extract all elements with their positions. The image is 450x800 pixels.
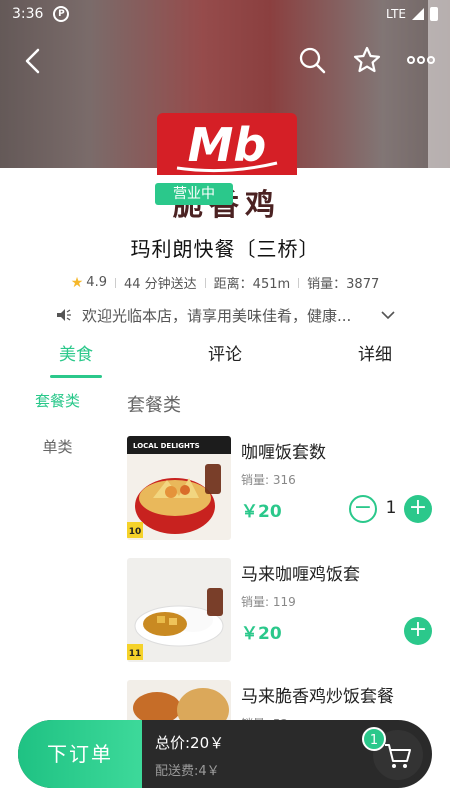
speaker-icon bbox=[57, 309, 71, 321]
menu-item[interactable]: 11 马来咖喱鸡饭套 销量: 119 ￥20 + bbox=[127, 558, 437, 668]
divider bbox=[114, 277, 116, 288]
menu-item[interactable]: LOCAL DELIGHTS 10 咖喱饭套数 销量: 316 ￥20 − 1 … bbox=[127, 436, 437, 546]
rating-value: 4.9 bbox=[86, 275, 107, 290]
active-tab-indicator bbox=[50, 375, 102, 378]
distance: 距离：451m bbox=[213, 277, 291, 292]
store-notice[interactable]: 欢迎光临本店，请享用美味佳肴，健康... bbox=[56, 304, 396, 326]
section-title: 套餐类 bbox=[127, 395, 181, 416]
status-time: 3:36 bbox=[12, 6, 44, 22]
network-label: LTE bbox=[386, 7, 406, 21]
cart-count-badge: 1 bbox=[362, 727, 386, 751]
svg-text:11: 11 bbox=[129, 649, 142, 659]
store-name: 玛利朗快餐〔三桥〕 bbox=[130, 237, 320, 261]
logo-mark: Mb bbox=[176, 118, 278, 173]
status-bar: 3:36 P LTE bbox=[0, 0, 450, 28]
battery-icon bbox=[430, 7, 438, 21]
notice-text: 欢迎光临本店，请享用美味佳肴，健康... bbox=[82, 306, 352, 325]
item-price: ￥20 bbox=[241, 624, 282, 644]
more-options-icon[interactable] bbox=[406, 50, 436, 70]
chevron-down-icon[interactable] bbox=[380, 309, 396, 321]
store-page: 3:36 P LTE Mb 脆香鸡 营业中 玛利朗快餐〔三桥〕 ★ 4.9 44… bbox=[0, 0, 450, 800]
place-order-button[interactable]: 下订单 bbox=[18, 720, 142, 788]
status-indicators: LTE bbox=[386, 7, 438, 21]
notification-icon: P bbox=[53, 6, 70, 22]
favorite-star-icon[interactable] bbox=[352, 45, 382, 75]
open-status-badge: 营业中 bbox=[155, 183, 233, 205]
add-to-cart-button[interactable]: + bbox=[404, 495, 432, 523]
search-icon[interactable] bbox=[298, 46, 326, 74]
item-name: 马来脆香鸡炒饭套餐 bbox=[241, 687, 394, 707]
divider bbox=[204, 277, 206, 288]
logo-red-panel: Mb bbox=[157, 113, 297, 175]
svg-text:Mb: Mb bbox=[188, 118, 267, 172]
item-sales: 销量: 119 bbox=[241, 595, 296, 609]
delivery-time: 44 分钟送达 bbox=[123, 277, 197, 292]
decrease-quantity-button[interactable]: − bbox=[349, 495, 377, 523]
cart-total: 总价:20￥ bbox=[155, 734, 225, 752]
store-sales: 销量：3877 bbox=[307, 277, 380, 292]
tab-bar: 美食 评论 详细 bbox=[0, 340, 450, 378]
category-single[interactable]: 单类 bbox=[0, 436, 115, 457]
item-image: 11 bbox=[127, 558, 231, 662]
store-stats: ★ 4.9 44 分钟送达 距离：451m 销量：3877 bbox=[0, 273, 450, 293]
item-sales: 销量: 316 bbox=[241, 473, 296, 487]
rating-star-icon: ★ bbox=[70, 274, 84, 291]
category-combo[interactable]: 套餐类 bbox=[0, 390, 115, 411]
svg-text:10: 10 bbox=[129, 527, 142, 537]
add-to-cart-button[interactable]: + bbox=[404, 617, 432, 645]
signal-icon bbox=[412, 8, 424, 20]
delivery-fee: 配送费:4￥ bbox=[155, 764, 220, 779]
divider bbox=[298, 277, 300, 288]
nav-bar bbox=[0, 40, 450, 80]
item-name: 咖喱饭套数 bbox=[241, 443, 326, 463]
tab-details[interactable]: 详细 bbox=[349, 340, 401, 365]
back-arrow-icon[interactable] bbox=[18, 46, 48, 76]
item-image: LOCAL DELIGHTS 10 bbox=[127, 436, 231, 540]
svg-text:LOCAL DELIGHTS: LOCAL DELIGHTS bbox=[133, 442, 200, 450]
item-quantity: 1 bbox=[385, 498, 397, 518]
item-price: ￥20 bbox=[241, 502, 282, 522]
item-name: 马来咖喱鸡饭套 bbox=[241, 565, 360, 585]
tab-food[interactable]: 美食 bbox=[50, 340, 102, 365]
tab-reviews[interactable]: 评论 bbox=[199, 340, 251, 365]
